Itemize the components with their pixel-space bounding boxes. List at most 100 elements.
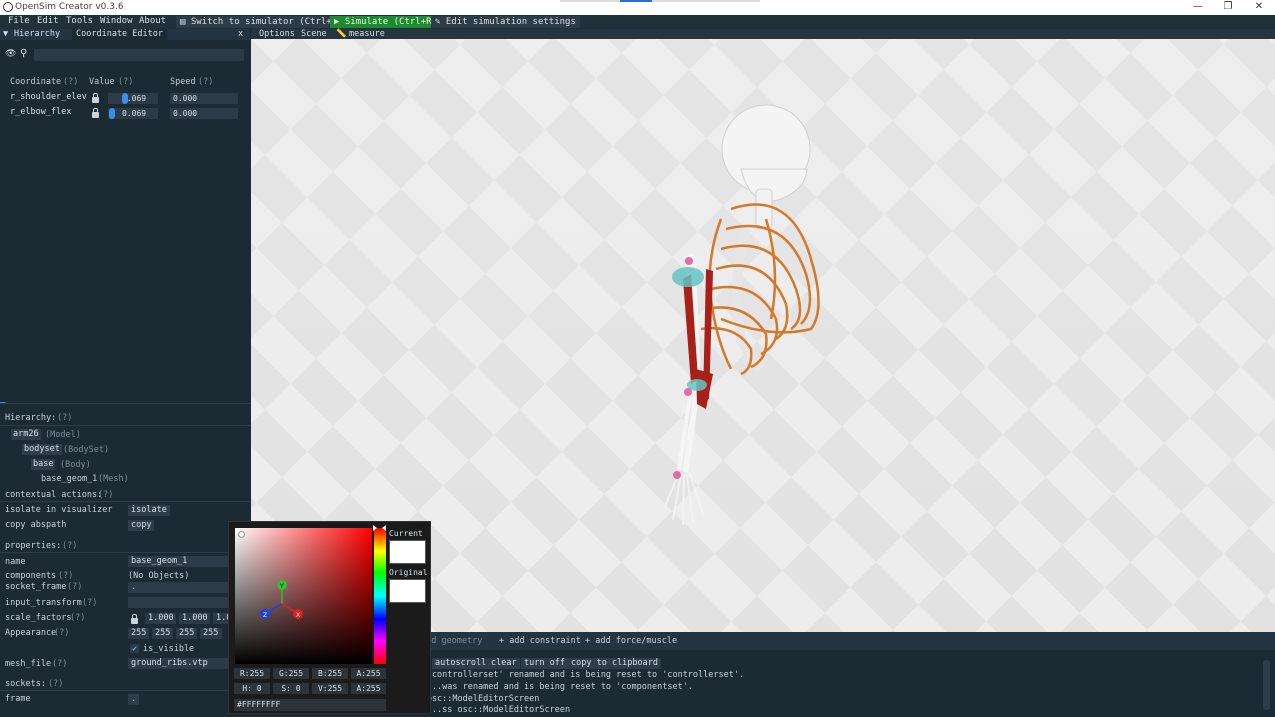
panel-tab-bar: ▼ Hierarchy Coordinate Editor x xyxy=(0,29,250,40)
copy-to-clipboard-button[interactable]: copy to clipboard xyxy=(568,658,661,669)
slider-grab-shoulder[interactable] xyxy=(122,93,128,104)
properties-help[interactable]: (?) xyxy=(62,541,77,551)
red-input[interactable]: R:255 xyxy=(234,668,270,679)
prop-input-transform-help[interactable]: (?) xyxy=(82,598,97,608)
prop-name-input[interactable]: base_geom_1 xyxy=(128,556,228,567)
hue-slider[interactable] xyxy=(374,528,386,664)
close-window-button[interactable]: ✕ xyxy=(1249,1,1269,13)
value-input[interactable]: V:255 xyxy=(312,683,348,694)
green-input[interactable]: G:255 xyxy=(273,668,309,679)
speed-help[interactable]: (?) xyxy=(198,77,213,87)
edit-sim-label: Edit simulation settings xyxy=(445,17,576,27)
tree-node-base[interactable]: base xyxy=(31,459,56,470)
tree-node-arm26[interactable]: arm26 xyxy=(11,429,41,440)
turn-off-button[interactable]: turn off xyxy=(521,658,568,669)
hierarchy-help[interactable]: (?) xyxy=(57,413,72,423)
collapse-arrow-icon[interactable]: ▼ xyxy=(3,29,8,40)
is-visible-checkbox[interactable]: ✔ xyxy=(130,644,139,653)
clear-button[interactable]: clear xyxy=(488,658,520,669)
prop-name-label: name xyxy=(5,557,26,567)
appearance-r[interactable]: 255 xyxy=(128,628,149,639)
value-slider-elbow[interactable]: 0.069 xyxy=(108,108,158,119)
close-tab-icon[interactable]: x xyxy=(238,29,243,40)
menu-about[interactable]: About xyxy=(139,16,166,26)
search-input[interactable] xyxy=(34,49,244,61)
prop-socket-frame-help[interactable]: (?) xyxy=(67,582,82,592)
speed-field-elbow[interactable]: 0.000 xyxy=(170,108,238,119)
maximize-button[interactable]: ❐ xyxy=(1218,1,1238,13)
prop-scale-factors-help[interactable]: (?) xyxy=(70,613,85,623)
add-constraint-button[interactable]: + add constraint xyxy=(499,636,581,646)
value-header: Value xyxy=(89,77,115,87)
tree-node-bodyset[interactable]: bodyset xyxy=(22,444,62,455)
prop-socket-frame-input[interactable]: . xyxy=(128,582,228,593)
edit-simulation-settings-button[interactable]: ✎ Edit simulation settings xyxy=(431,16,580,28)
tab-coordinate-editor[interactable]: Coordinate Editor xyxy=(72,29,167,40)
isolate-button[interactable]: isolate xyxy=(128,505,170,516)
menu-tools[interactable]: Tools xyxy=(66,16,93,26)
tab-hierarchy[interactable]: Hierarchy xyxy=(14,29,60,40)
sockets-help[interactable]: (?) xyxy=(48,679,63,689)
contextual-actions-title: contextual actions: xyxy=(5,490,103,500)
axis-gizmo-icon: Y X Z xyxy=(260,580,303,619)
hex-input[interactable]: #FFFFFFFF xyxy=(234,699,386,711)
slider-grab-elbow[interactable] xyxy=(109,108,115,119)
speed-field-shoulder[interactable]: 0.000 xyxy=(170,93,238,104)
viewport-scene-menu[interactable]: Scene xyxy=(301,29,327,39)
ruler-icon[interactable]: 📏 xyxy=(336,29,347,39)
blue-input[interactable]: B:255 xyxy=(312,668,348,679)
eye-icon[interactable]: 👁 xyxy=(5,49,16,59)
prop-components-label: components xyxy=(5,571,57,581)
value-slider-shoulder[interactable]: 0.069 xyxy=(108,93,158,104)
appearance-a[interactable]: 255 xyxy=(200,628,222,639)
is-visible-label: is_visible xyxy=(143,644,195,654)
speed-header: Speed xyxy=(170,77,196,87)
simulate-label: Simulate (Ctrl+R) xyxy=(344,17,437,27)
alpha-input[interactable]: A:255 xyxy=(351,668,386,679)
edit-icon: ✎ xyxy=(435,17,446,27)
prop-components-help[interactable]: (?) xyxy=(58,571,73,581)
appearance-b[interactable]: 255 xyxy=(176,628,197,639)
divider xyxy=(0,552,250,553)
appearance-g[interactable]: 255 xyxy=(152,628,173,639)
simulate-button[interactable]: ▶ Simulate (Ctrl+R) xyxy=(330,16,441,28)
sockets-title: sockets: xyxy=(5,679,46,689)
viewport-measure-menu[interactable]: measure xyxy=(349,29,385,39)
prop-components-value: (No Objects) xyxy=(128,571,190,581)
menu-edit[interactable]: Edit xyxy=(37,16,59,26)
value-help[interactable]: (?) xyxy=(118,77,133,87)
minimize-button[interactable]: — xyxy=(1188,1,1208,13)
scale-x-input[interactable]: 1.000 xyxy=(145,613,176,624)
tree-node-base-geom[interactable]: base_geom_1 xyxy=(41,474,97,484)
hierarchy-properties-panel: Hierarchy: (?) arm26 (Model) bodyset (Bo… xyxy=(0,403,250,717)
lock-icon[interactable] xyxy=(131,614,138,624)
hue-input[interactable]: H: 0 xyxy=(234,683,270,694)
alpha-hsv-input[interactable]: A:255 xyxy=(351,683,386,694)
socket-frame-button[interactable]: . xyxy=(128,694,140,705)
log-line: [info] ...was renamed and is being reset… xyxy=(391,682,693,692)
autoscroll-button[interactable]: autoscroll xyxy=(432,658,490,669)
prop-appearance-help[interactable]: (?) xyxy=(54,628,69,638)
viewport-options-menu[interactable]: Options xyxy=(259,29,295,39)
menu-window[interactable]: Window xyxy=(100,16,133,26)
color-picker-popup: Y X Z Current Original R:255 G:255 B:255… xyxy=(228,521,431,714)
coordinate-help[interactable]: (?) xyxy=(63,77,78,87)
copy-abspath-button[interactable]: copy xyxy=(128,520,155,531)
scale-y-input[interactable]: 1.000 xyxy=(179,613,210,624)
add-force-muscle-button[interactable]: + add force/muscle xyxy=(585,636,677,646)
prop-input-transform-input[interactable] xyxy=(128,597,228,608)
menu-file[interactable]: File xyxy=(8,16,30,26)
log-scrollbar[interactable] xyxy=(1263,660,1270,710)
original-color-swatch[interactable] xyxy=(389,579,426,603)
prop-mesh-file-help[interactable]: (?) xyxy=(52,659,67,669)
hierarchy-title: Hierarchy: xyxy=(5,413,57,423)
saturation-input[interactable]: S: 0 xyxy=(273,683,309,694)
log-line: [info] 'controllerset' renamed and is be… xyxy=(391,670,745,680)
hue-arrow-icon xyxy=(382,525,386,531)
contextual-actions-help[interactable]: (?) xyxy=(98,490,113,500)
lock-icon[interactable] xyxy=(92,93,99,103)
saturation-value-area[interactable]: Y X Z xyxy=(235,528,372,664)
lock-icon[interactable] xyxy=(92,108,99,118)
mesh-file-input[interactable]: ground_ribs.vtp xyxy=(128,658,228,669)
switch-to-simulator-button[interactable]: ▤ Switch to simulator (Ctrl+E) xyxy=(176,16,347,28)
